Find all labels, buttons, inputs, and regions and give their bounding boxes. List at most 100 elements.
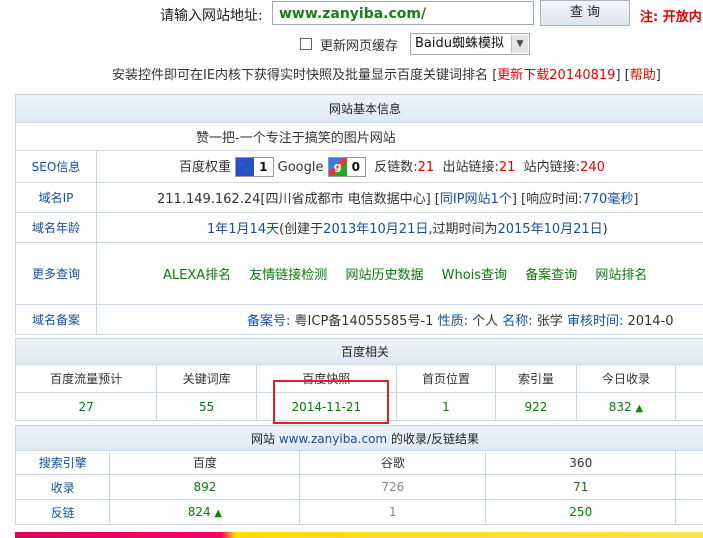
name-value: 张学 <box>536 314 563 329</box>
today-value[interactable]: 832 <box>609 400 632 414</box>
bracket: ] [ <box>615 68 630 83</box>
icp-query-link[interactable]: 备案查询 <box>525 268 577 283</box>
baidu-header: 百度相关 <box>15 338 703 365</box>
col-baidu: 百度 <box>109 450 301 475</box>
refresh-cache-checkbox[interactable] <box>300 38 312 50</box>
row-inclusion-label: 收录 <box>14 474 111 500</box>
more-label[interactable]: 更多查询 <box>15 242 97 305</box>
index-value[interactable]: 922 <box>495 392 577 421</box>
ip-info: 211.149.162.24[四川省成都市 电信数据中心] [同IP网站1个] … <box>96 182 703 213</box>
spider-select-value: Baidu蜘蛛模拟 <box>415 36 504 51</box>
paren: ) <box>602 222 608 237</box>
icp-label[interactable]: 域名备案 <box>15 304 97 335</box>
age-label[interactable]: 域名年龄 <box>15 212 97 243</box>
extra-cell <box>675 392 703 421</box>
keywords-value[interactable]: 55 <box>156 392 258 421</box>
ip-value: 211.149.162.24[四川省成都市 电信数据中心] <box>157 192 431 207</box>
icp-info: 备案号: 粤ICP备14055585号-1 性质: 个人 名称: 张学 审核时间… <box>96 304 703 335</box>
ip-label[interactable]: 域名IP <box>15 182 97 213</box>
resp-label: [响应时间: <box>521 192 583 207</box>
download-link[interactable]: 更新下载20140819 <box>497 68 615 83</box>
col-index: 索引量 <box>495 364 577 393</box>
outbound-label: 出站链接: <box>442 159 499 175</box>
basic-info-table: 网站基本信息 赞一把-一个专注于搞笑的图片网站 SEO信息 百度权重 🐾 1 Go… <box>15 94 703 335</box>
friend-link-check[interactable]: 友情链接检测 <box>249 268 327 283</box>
col-extra <box>675 450 703 475</box>
google-pr-badge[interactable]: g0 <box>327 157 366 178</box>
bracket: ] <box>655 68 661 83</box>
paw-icon: 🐾 <box>236 158 255 177</box>
bracket: ] <box>511 192 517 207</box>
audit-label: 审核时间: <box>566 314 624 329</box>
expire-value: 2015年10月21日 <box>497 222 603 237</box>
col-extra <box>675 364 703 393</box>
col-360: 360 <box>485 450 677 475</box>
record-value: 粤ICP备14055585号-1 <box>294 314 434 329</box>
col-engine: 搜索引擎 <box>14 450 111 475</box>
spider-select[interactable]: Baidu蜘蛛模拟 ▼ <box>410 33 530 55</box>
inclusion-360[interactable]: 71 <box>485 474 677 500</box>
baidu-weight-value: 1 <box>259 160 268 175</box>
today-cell: 832 ▲ <box>575 392 677 421</box>
alexa-link[interactable]: ALEXA排名 <box>163 268 231 283</box>
record-label: 备案号: <box>247 314 291 329</box>
resp-time-value: 770毫秒 <box>582 192 634 207</box>
expire-label: ,过期时间为 <box>428 222 498 237</box>
up-arrow-icon: ▲ <box>214 508 223 519</box>
note-text: 注: 开放内 <box>640 10 702 25</box>
inclusion-header-suffix: 的收录/反链结果 <box>390 431 479 446</box>
baidu-weight-badge[interactable]: 🐾 1 <box>235 157 274 178</box>
col-keywords: 关键词库 <box>156 364 258 393</box>
domain-age-value: 1年1月14天 <box>207 222 280 237</box>
baidu-backlink-cell: 824 ▲ <box>109 499 301 525</box>
site-title: 赞一把-一个专注于搞笑的图片网站 <box>15 122 703 151</box>
google-backlink[interactable]: 1 <box>299 499 487 525</box>
google-icon: g <box>328 158 347 177</box>
audit-value: 2014-0 <box>627 314 674 329</box>
nature-value: 个人 <box>472 314 499 329</box>
help-link[interactable]: 帮助 <box>630 68 656 83</box>
inclusion-header-domain[interactable]: www.zanyiba.com <box>279 432 387 446</box>
extra-cell <box>675 499 703 525</box>
inclusion-table: 网站 www.zanyiba.com 的收录/反链结果 搜索引擎 百度 谷歌 3… <box>14 425 703 525</box>
internal-label: 站内链接: <box>523 159 581 175</box>
outbound-value[interactable]: 21 <box>499 160 516 175</box>
whois-link[interactable]: Whois查询 <box>442 268 507 283</box>
baidu-backlink[interactable]: 824 <box>188 505 211 519</box>
inclusion-header-prefix: 网站 <box>251 431 276 446</box>
backlink-360[interactable]: 250 <box>485 499 677 525</box>
backlinks-label: 反链数: <box>374 159 418 175</box>
bracket: ] <box>633 192 639 207</box>
home-pos-value[interactable]: 1 <box>395 392 497 421</box>
extra-cell <box>675 474 703 500</box>
age-info: 1年1月14天(创建于2013年10月21日,过期时间为2015年10月21日) <box>96 212 703 243</box>
internal-value[interactable]: 240 <box>580 160 605 175</box>
google-label: Google <box>277 159 324 175</box>
site-rank-link[interactable]: 网站排名 <box>595 268 647 283</box>
seo-info: 百度权重 🐾 1 Google g0 反链数:21 出站链接:21 站内链接:24… <box>96 150 703 183</box>
promo-banner[interactable] <box>15 532 703 538</box>
col-google: 谷歌 <box>299 450 487 475</box>
query-button[interactable]: 查 询 <box>540 0 630 26</box>
backlinks-value[interactable]: 21 <box>418 160 435 175</box>
history-link[interactable]: 网站历史数据 <box>345 268 423 283</box>
nature-label: 性质: <box>437 314 468 329</box>
chevron-down-icon: ▼ <box>511 35 528 53</box>
seo-label[interactable]: SEO信息 <box>15 150 97 183</box>
baidu-weight-label: 百度权重 <box>179 159 232 175</box>
google-inclusion[interactable]: 726 <box>299 474 487 500</box>
col-today: 今日收录 <box>575 364 677 393</box>
created-value: 2013年10月21日 <box>323 222 429 237</box>
same-ip-link[interactable]: 同IP网站1个 <box>440 192 512 207</box>
traffic-value[interactable]: 27 <box>14 392 158 421</box>
url-label: 请输入网站地址: <box>160 8 263 24</box>
created-label: (创建于 <box>279 222 324 237</box>
inclusion-header: 网站 www.zanyiba.com 的收录/反链结果 <box>15 425 703 451</box>
baidu-inclusion[interactable]: 892 <box>109 474 301 500</box>
refresh-cache-label: 更新网页缓存 <box>320 39 399 54</box>
url-input[interactable]: www.zanyiba.com/ <box>272 1 534 25</box>
name-label: 名称: <box>502 314 533 329</box>
col-traffic: 百度流量预计 <box>14 364 158 393</box>
install-text: 安装控件即可在IE内核下获得实时快照及批量显示百度关键词排名 <box>112 68 489 83</box>
col-home-pos: 首页位置 <box>395 364 497 393</box>
